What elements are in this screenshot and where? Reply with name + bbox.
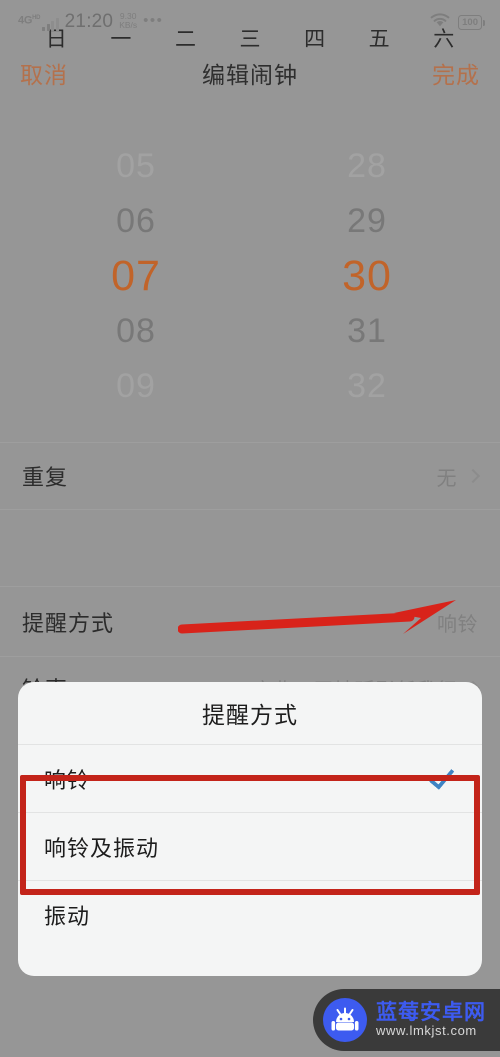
page-title: 编辑闹钟 <box>202 62 298 88</box>
done-button[interactable]: 完成 <box>432 56 480 90</box>
network-type-label: 4GHD <box>18 14 41 27</box>
time-picker[interactable]: 05 06 07 08 09 28 29 30 31 32 <box>0 110 500 442</box>
dialog-option-label: 振动 <box>44 903 91 929</box>
divider <box>0 509 500 510</box>
repeat-value: 无 <box>436 467 457 490</box>
hour-option[interactable]: 09 <box>116 359 156 414</box>
check-icon <box>429 763 455 790</box>
status-time: 21:20 <box>64 10 114 32</box>
watermark-title: 蓝莓安卓网 <box>376 1001 486 1025</box>
cellular-indicator: 4GHD <box>18 15 59 32</box>
reminder-method-value: 响铃 <box>437 613 478 636</box>
minute-option[interactable]: 29 <box>347 194 387 249</box>
minute-option-selected[interactable]: 30 <box>342 249 392 304</box>
battery-indicator: 100 <box>458 14 485 30</box>
hour-option[interactable]: 05 <box>116 139 156 194</box>
status-bar-left: 4GHD 21:20 9.30 KB/s ••• <box>18 10 429 32</box>
battery-level: 100 <box>462 16 478 28</box>
network-speed-indicator: 9.30 KB/s <box>119 12 137 29</box>
minute-option[interactable]: 32 <box>347 359 387 414</box>
wifi-icon <box>429 12 451 33</box>
overflow-dots-icon: ••• <box>143 11 164 29</box>
hour-wheel[interactable]: 05 06 07 08 09 <box>0 110 250 442</box>
android-robot-icon <box>323 998 367 1042</box>
hour-option[interactable]: 06 <box>116 194 156 249</box>
minute-option[interactable]: 31 <box>347 304 387 359</box>
signal-bars-icon <box>42 17 59 31</box>
dialog-option-label: 响铃 <box>44 767 91 793</box>
cancel-button[interactable]: 取消 <box>20 56 68 90</box>
speed-unit: KB/s <box>119 19 138 30</box>
repeat-row[interactable]: 重复 无 <box>0 443 500 509</box>
minute-option[interactable]: 28 <box>347 139 387 194</box>
watermark: 蓝莓安卓网 www.lmkjst.com <box>313 989 500 1051</box>
hour-option-selected[interactable]: 07 <box>111 249 161 304</box>
watermark-text: 蓝莓安卓网 www.lmkjst.com <box>376 1002 486 1038</box>
watermark-url: www.lmkjst.com <box>376 1023 477 1039</box>
status-bar: 4GHD 21:20 9.30 KB/s ••• 100 <box>0 0 500 44</box>
reminder-method-row[interactable]: 提醒方式 响铃 <box>0 587 500 657</box>
dialog-title: 提醒方式 <box>202 702 298 728</box>
hour-option[interactable]: 08 <box>116 304 156 359</box>
status-bar-right: 100 <box>429 12 485 33</box>
dialog-option-ring-and-vibrate[interactable]: 响铃及振动 <box>18 812 482 880</box>
navigation-bar: 取消 编辑闹钟 完成 <box>0 44 500 102</box>
dialog-option-label: 响铃及振动 <box>44 835 160 861</box>
repeat-label: 重复 <box>22 465 69 490</box>
dialog-option-vibrate[interactable]: 振动 <box>18 880 482 948</box>
dialog-option-ring[interactable]: 响铃 <box>18 744 482 812</box>
reminder-method-label: 提醒方式 <box>22 611 115 636</box>
reminder-method-dialog: 提醒方式 响铃 响铃及振动 振动 <box>18 682 482 976</box>
minute-wheel[interactable]: 28 29 30 31 32 <box>250 110 500 442</box>
chevron-right-icon <box>465 468 481 484</box>
